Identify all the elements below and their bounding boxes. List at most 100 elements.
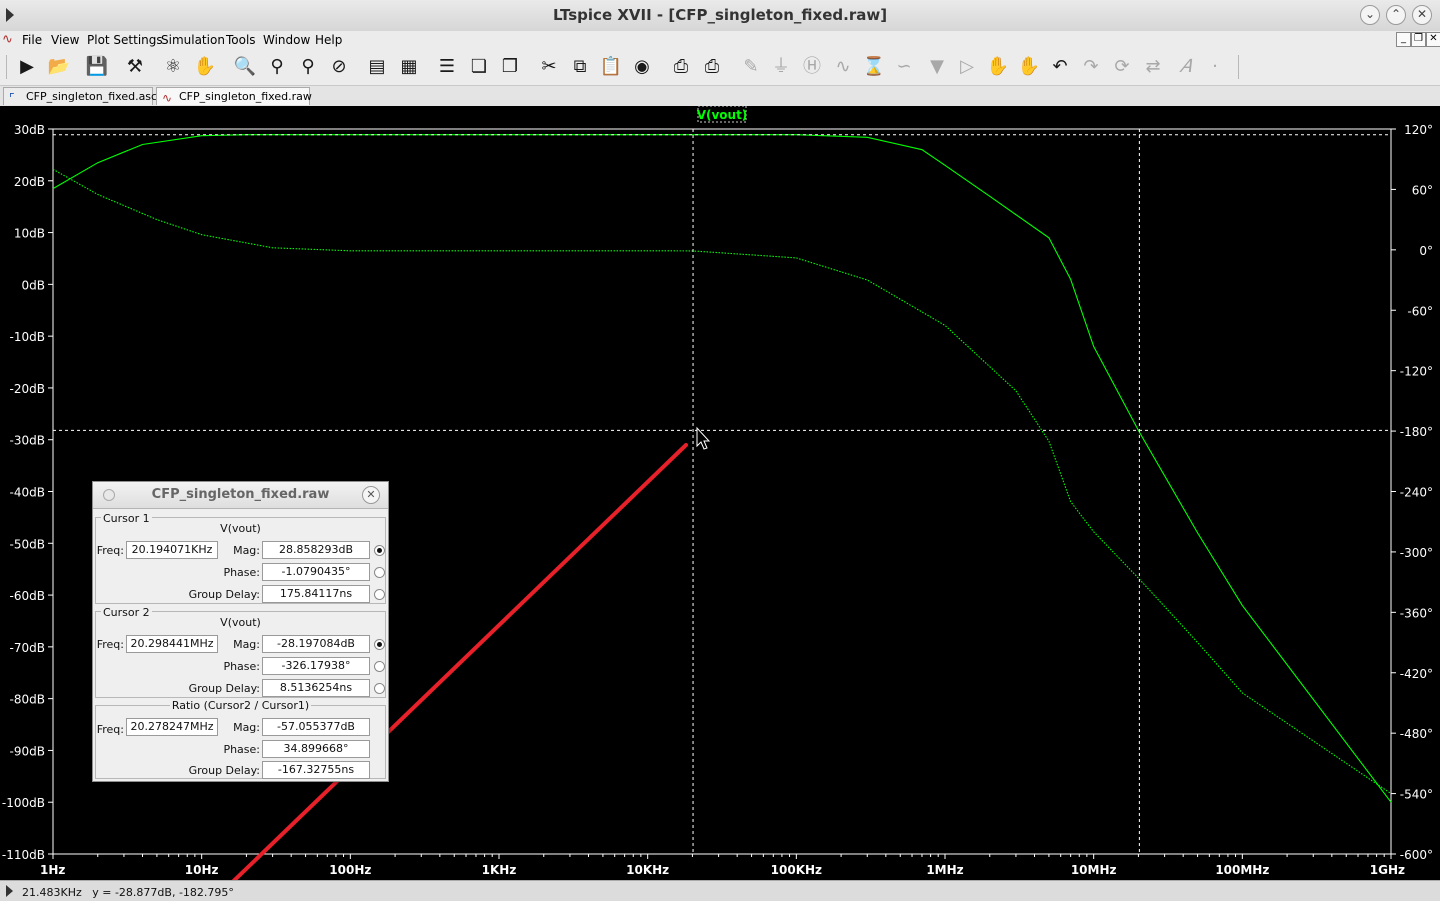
pick-traces-icon[interactable]: ▦ xyxy=(396,54,422,80)
paste-icon[interactable]: 📋 xyxy=(598,54,624,80)
cursor1-phase-label: Phase: xyxy=(223,566,260,579)
save-icon[interactable]: 💾 xyxy=(84,54,110,80)
y-tick-label: -30dB xyxy=(10,434,45,448)
move-hand-icon[interactable]: ✋ xyxy=(985,54,1011,80)
undo-icon[interactable]: ↶ xyxy=(1047,54,1073,80)
title-bar: LTspice XVII - [CFP_singleton_fixed.raw]… xyxy=(0,0,1440,32)
dialog-title: CFP_singleton_fixed.raw xyxy=(151,487,330,502)
y-tick-label: 10dB xyxy=(14,227,45,241)
dialog-close-button[interactable]: ✕ xyxy=(362,486,380,504)
label-net-icon[interactable]: Ⓗ xyxy=(799,54,825,80)
menu-file[interactable]: File xyxy=(22,33,42,47)
tile-horizontal-icon[interactable]: ☰ xyxy=(434,54,460,80)
print-setup-icon[interactable]: ⎙ xyxy=(699,54,725,80)
mouse-pointer-icon xyxy=(696,426,711,450)
mirror-icon[interactable]: ⇄ xyxy=(1140,54,1166,80)
cursor1-phase-field[interactable]: -1.0790435° xyxy=(262,563,370,581)
cursor2-phase-field[interactable]: -326.17938° xyxy=(262,657,370,675)
cursor1-group-delay-radio[interactable] xyxy=(374,589,385,600)
diode-icon[interactable]: ▼ xyxy=(924,54,950,80)
rotate-icon[interactable]: ⟳ xyxy=(1109,54,1135,80)
mdi-restore-button[interactable]: ❐ xyxy=(1411,32,1426,47)
zoom-cancel-icon[interactable]: ⊘ xyxy=(326,54,352,80)
tile-vertical-icon[interactable]: ❏ xyxy=(466,54,492,80)
cursor1-group-delay-field[interactable]: 175.84117ns xyxy=(262,585,370,603)
resistor-icon[interactable]: ∿ xyxy=(830,54,856,80)
cut-icon[interactable]: ✂ xyxy=(536,54,562,80)
cursor1-mag-radio[interactable] xyxy=(374,545,385,556)
minimize-button[interactable]: ⌄ xyxy=(1360,5,1380,25)
zoom-full-icon[interactable]: ⚲ xyxy=(264,54,290,80)
inductor-icon[interactable]: ∽ xyxy=(891,54,917,80)
menu-window[interactable]: Window xyxy=(263,33,310,47)
print-icon[interactable]: ⎙ xyxy=(668,54,694,80)
cursor1-trace: V(vout) xyxy=(220,522,261,535)
open-folder-icon[interactable]: 📂 xyxy=(46,54,72,80)
ratio-phase-label: Phase: xyxy=(223,743,260,756)
cursor1-group-delay-label: Group Delay: xyxy=(188,588,260,601)
y-tick-label: -40dB xyxy=(10,486,45,500)
cascade-icon[interactable]: ❐ xyxy=(497,54,523,80)
ground-icon[interactable]: ⏚ xyxy=(768,54,794,80)
spice-directive-icon[interactable]: ⋅ xyxy=(1202,54,1228,80)
component-icon[interactable]: ▷ xyxy=(954,54,980,80)
cursor1-phase-radio[interactable] xyxy=(374,567,385,578)
cursor2-group: Cursor 2 V(vout) Freq: 20.298441MHz Mag:… xyxy=(95,606,386,698)
cursor2-freq-field[interactable]: 20.298441MHz xyxy=(126,635,218,653)
capacitor-icon[interactable]: ⌛ xyxy=(861,54,887,80)
ratio-group-delay-label: Group Delay: xyxy=(188,764,260,777)
close-button[interactable]: ✕ xyxy=(1412,5,1432,25)
wire-pencil-icon[interactable]: ✎ xyxy=(738,54,764,80)
y2-tick-label: -120° xyxy=(1400,365,1433,379)
run-icon[interactable]: ⚛ xyxy=(160,54,186,80)
dialog-menu-icon[interactable] xyxy=(103,489,115,501)
y-tick-label: -100dB xyxy=(2,796,45,810)
y-tick-label: -10dB xyxy=(10,330,45,344)
menu-help[interactable]: Help xyxy=(315,33,342,47)
waveform-app-icon[interactable]: ∿ xyxy=(2,32,13,47)
menu-view[interactable]: View xyxy=(51,33,79,47)
new-schematic-icon[interactable]: ▶ xyxy=(14,54,40,80)
mdi-close-button[interactable]: ✕ xyxy=(1426,32,1440,47)
zoom-out-icon[interactable]: ⚲ xyxy=(295,54,321,80)
autorange-icon[interactable]: ▤ xyxy=(364,54,390,80)
y2-tick-label: 60° xyxy=(1412,183,1433,197)
text-icon[interactable]: 𝐴 xyxy=(1172,54,1198,80)
cursor2-mag-label: Mag: xyxy=(233,638,260,651)
y-tick-label: -90dB xyxy=(10,744,45,758)
find-binoculars-icon[interactable]: ◉ xyxy=(629,54,655,80)
y-tick-label: -110dB xyxy=(2,848,45,862)
cursor2-phase-radio[interactable] xyxy=(374,661,385,672)
y2-tick-label: -420° xyxy=(1400,667,1433,681)
ratio-mag-field[interactable]: -57.055377dB xyxy=(262,718,370,736)
ratio-group-delay-field[interactable]: -167.32755ns xyxy=(262,761,370,779)
cursor2-mag-field[interactable]: -28.197084dB xyxy=(262,635,370,653)
cursor1-mag-field[interactable]: 28.858293dB xyxy=(262,541,370,559)
menu-plot-settings[interactable]: Plot Settings xyxy=(87,33,163,47)
zoom-in-icon[interactable]: 🔍 xyxy=(232,54,258,80)
x-tick-label: 100Hz xyxy=(329,863,371,877)
dialog-title-bar[interactable]: CFP_singleton_fixed.raw ✕ xyxy=(93,482,388,509)
menu-simulation[interactable]: Simulation xyxy=(161,33,225,47)
mdi-minimize-button[interactable]: _ xyxy=(1396,32,1411,47)
cursor-readout-dialog: CFP_singleton_fixed.raw ✕ Cursor 1 V(vou… xyxy=(92,481,389,782)
waveform-icon: ∿ xyxy=(162,91,173,105)
tab-waveform[interactable]: ∿ CFP_singleton_fixed.raw xyxy=(156,87,312,105)
ratio-phase-field[interactable]: 34.899668° xyxy=(262,740,370,758)
cursor1-freq-field[interactable]: 20.194071KHz xyxy=(126,541,218,559)
redo-icon[interactable]: ↷ xyxy=(1078,54,1104,80)
control-panel-icon[interactable]: ⚒ xyxy=(122,54,148,80)
tab-schematic[interactable]: ⌜ CFP_singleton_fixed.asc xyxy=(3,87,157,105)
maximize-button[interactable]: ⌃ xyxy=(1386,5,1406,25)
menu-tools[interactable]: Tools xyxy=(226,33,256,47)
y2-tick-label: -540° xyxy=(1400,788,1433,802)
x-tick-label: 100MHz xyxy=(1215,863,1269,877)
ratio-freq-field[interactable]: 20.278247MHz xyxy=(126,718,218,736)
drag-hand-icon[interactable]: ✋ xyxy=(1016,54,1042,80)
cursor2-mag-radio[interactable] xyxy=(374,639,385,650)
y-tick-label: 20dB xyxy=(14,175,45,189)
halt-hand-icon[interactable]: ✋ xyxy=(192,54,218,80)
copy-icon[interactable]: ⧉ xyxy=(567,54,593,80)
cursor2-group-delay-radio[interactable] xyxy=(374,683,385,694)
cursor2-group-delay-field[interactable]: 8.5136254ns xyxy=(262,679,370,697)
